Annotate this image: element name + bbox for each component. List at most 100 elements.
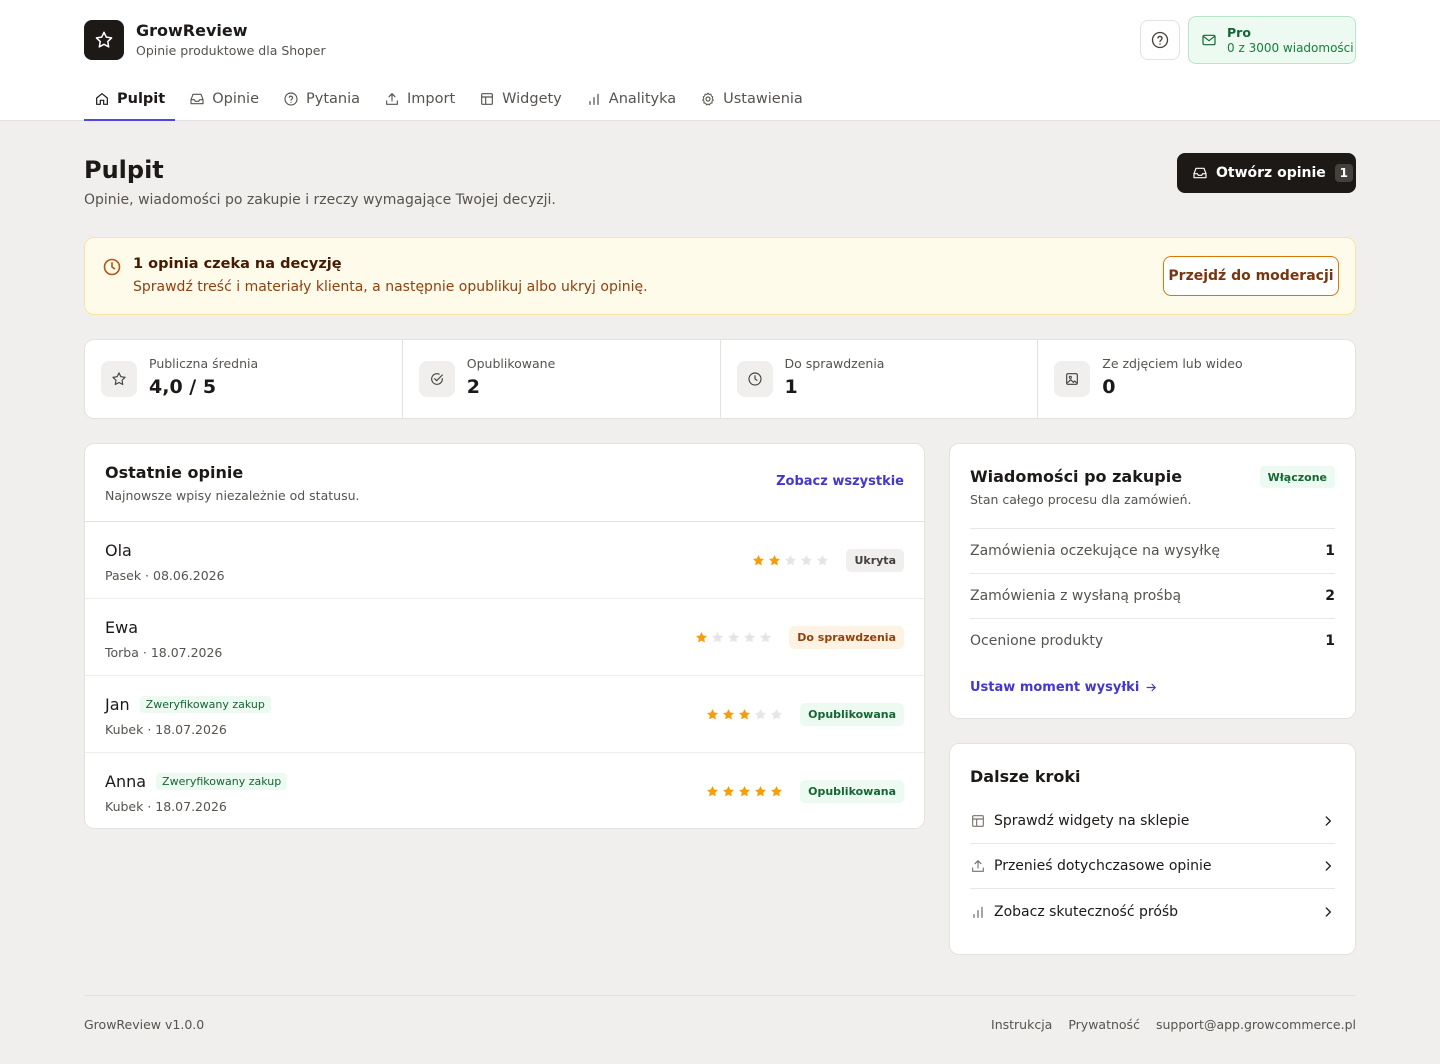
star-filled-icon [707, 785, 719, 797]
stat-value: 4,0 / 5 [149, 376, 217, 398]
footer: GrowReview v1.0.0 Instrukcja Prywatność … [84, 995, 1356, 1055]
next-step-analytics[interactable]: Zobacz skuteczność próśb [970, 889, 1335, 934]
star-rating [706, 785, 786, 798]
footer-link-instructions[interactable]: Instrukcja [991, 1017, 1052, 1032]
main-tabs: Pulpit Opinie Pytania Import Widgety Ana… [84, 78, 817, 121]
tab-label: Opinie [212, 91, 259, 107]
row-value: 1 [1325, 543, 1335, 559]
open-reviews-button[interactable]: Otwórz opinie 1 [1177, 153, 1356, 193]
alert-title: 1 opinia czeka na decyzję [133, 256, 342, 272]
stat-published: Opublikowane 2 [403, 340, 721, 418]
tab-widgety[interactable]: Widgety [469, 78, 572, 120]
star-rating [695, 631, 775, 644]
reviewer-name: Jan [105, 695, 130, 714]
next-step-import[interactable]: Przenieś dotychczasowe opinie [970, 844, 1335, 889]
star-empty-icon [771, 708, 783, 720]
tab-label: Analityka [608, 91, 677, 107]
home-icon [96, 93, 108, 105]
reviewer-name: Anna [105, 772, 147, 791]
stat-value: 0 [1102, 376, 1116, 398]
star-filled-icon [723, 708, 735, 720]
question-icon [284, 92, 298, 106]
bar-chart-icon [973, 906, 983, 918]
stat-public-average: Publiczna średnia 4,0 / 5 [85, 340, 403, 418]
inbox-icon [1193, 167, 1207, 179]
app-version: GrowReview v1.0.0 [84, 1017, 205, 1032]
tab-label: Ustawienia [723, 91, 803, 107]
go-to-moderation-button[interactable]: Przejdź do moderacji [1163, 256, 1339, 296]
star-filled-icon [739, 708, 751, 720]
footer-link-privacy[interactable]: Prywatność [1068, 1017, 1140, 1032]
reviewer-name: Ewa [105, 618, 138, 637]
star-filled-icon [771, 785, 783, 797]
see-all-link[interactable]: Zobacz wszystkie [776, 474, 904, 489]
row-label: Zamówienia z wysłaną prośbą [970, 588, 1182, 604]
review-row[interactable]: Ewa Torba · 18.07.2026 Do sprawdzenia [85, 599, 924, 676]
tab-label: Pulpit [117, 91, 166, 107]
tab-analityka[interactable]: Analityka [576, 78, 686, 120]
page-subtitle: Opinie, wiadomości po zakupie i rzeczy w… [84, 192, 556, 208]
tab-ustawienia[interactable]: Ustawienia [690, 78, 813, 120]
next-step-label: Sprawdź widgety na sklepie [994, 813, 1190, 829]
status-badge: Opublikowana [800, 703, 904, 726]
star-rating [706, 708, 786, 721]
status-badge: Ukryta [846, 549, 904, 572]
stat-value: 2 [466, 376, 480, 398]
tab-pulpit[interactable]: Pulpit [84, 78, 176, 121]
upload-icon [386, 93, 398, 105]
star-empty-icon [744, 631, 756, 643]
star-filled-icon [739, 785, 751, 797]
tab-pytania[interactable]: Pytania [273, 78, 370, 120]
star-filled-icon [696, 631, 708, 643]
tab-label: Import [407, 91, 456, 107]
star-empty-icon [728, 631, 740, 643]
star-filled-icon [723, 785, 735, 797]
star-rating [752, 554, 832, 567]
plan-usage-box[interactable]: Pro 0 z 3000 wiadomości [1188, 16, 1356, 64]
verified-purchase-badge: Zweryfikowany zakup [139, 696, 271, 713]
stat-label: Publiczna średnia [149, 356, 259, 371]
row-value: 1 [1325, 633, 1335, 649]
gear-icon [702, 92, 714, 106]
open-reviews-label: Otwórz opinie [1216, 165, 1326, 181]
link-label: Ustaw moment wysyłki [970, 680, 1140, 695]
messages-stat-row: Ocenione produkty 1 [970, 618, 1335, 663]
stat-value: 1 [784, 376, 798, 398]
enabled-badge: Włączone [1259, 466, 1335, 488]
review-row[interactable]: Jan Zweryfikowany zakup Kubek · 18.07.202… [85, 676, 924, 753]
review-row[interactable]: Anna Zweryfikowany zakup Kubek · 18.07.20… [85, 753, 924, 830]
star-empty-icon [755, 708, 767, 720]
app-logo [84, 20, 124, 60]
post-purchase-messages-card: Wiadomości po zakupie Stan całego proces… [949, 443, 1356, 719]
card-subtitle: Stan całego procesu dla zamówień. [970, 492, 1192, 507]
footer-link-support-email[interactable]: support@app.growcommerce.pl [1156, 1017, 1356, 1032]
next-step-label: Zobacz skuteczność próśb [994, 903, 1179, 920]
row-value: 2 [1325, 588, 1335, 604]
review-meta: Pasek · 08.06.2026 [105, 568, 225, 583]
page-title: Pulpit [84, 156, 164, 184]
next-steps-card: Dalsze kroki Sprawdź widgety na sklepie … [949, 743, 1356, 955]
top-bar: GrowReview Opinie produktowe dla Shoper … [0, 0, 1440, 121]
row-label: Zamówienia oczekujące na wysyłkę [970, 543, 1221, 559]
arrow-right-icon [1146, 683, 1157, 692]
star-icon [95, 31, 113, 48]
help-button[interactable] [1140, 20, 1180, 60]
tab-import[interactable]: Import [374, 78, 465, 120]
brand[interactable]: GrowReview Opinie produktowe dla Shoper [84, 20, 326, 60]
app-name: GrowReview [136, 21, 248, 40]
next-step-widgets[interactable]: Sprawdź widgety na sklepie [970, 799, 1335, 844]
next-step-label: Przenieś dotychczasowe opinie [994, 858, 1212, 874]
inbox-icon [190, 93, 204, 105]
card-title: Wiadomości po zakupie [970, 467, 1183, 486]
set-send-time-link[interactable]: Ustaw moment wysyłki [970, 680, 1158, 695]
card-title: Dalsze kroki [970, 767, 1081, 786]
review-row[interactable]: Ola Pasek · 08.06.2026 Ukryta [85, 522, 924, 599]
clock-icon [103, 258, 121, 276]
messages-stats-list: Zamówienia oczekujące na wysyłkę 1 Zamówi… [970, 528, 1335, 663]
stat-with-media: Ze zdjęciem lub wideo 0 [1038, 340, 1355, 418]
star-filled-icon [769, 554, 781, 566]
star-empty-icon [760, 631, 772, 643]
stats-row: Publiczna średnia 4,0 / 5 Opublikowane 2… [84, 339, 1356, 419]
check-circle-icon [430, 373, 443, 385]
tab-opinie[interactable]: Opinie [179, 78, 269, 120]
